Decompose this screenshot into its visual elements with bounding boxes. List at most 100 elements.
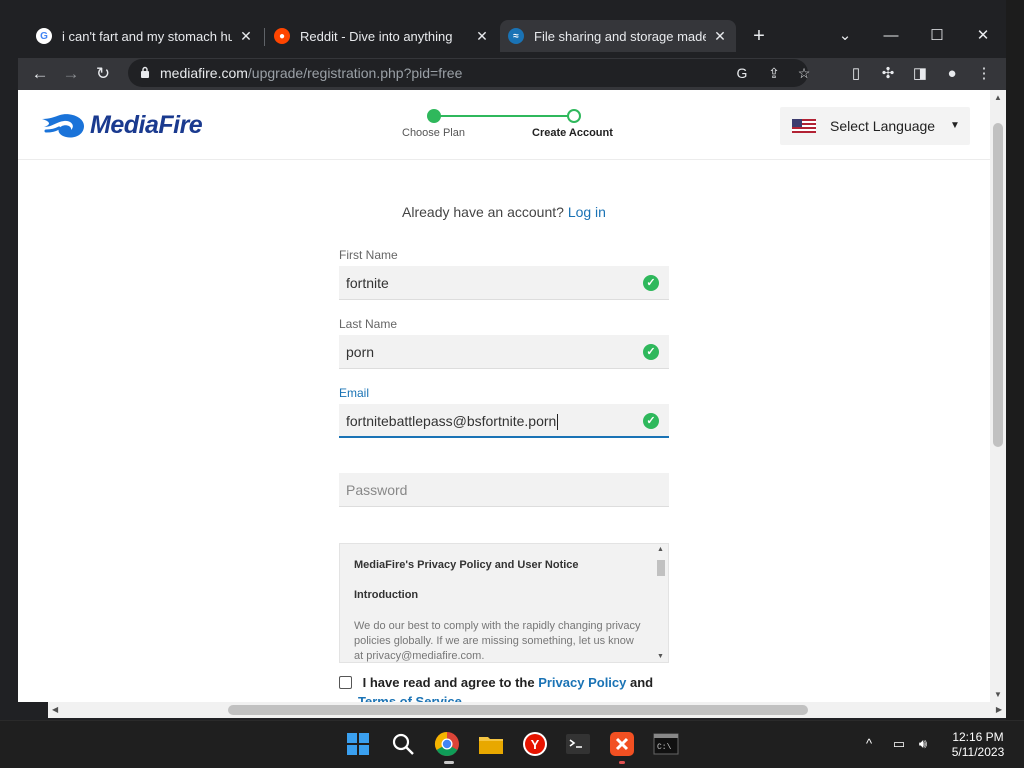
scroll-down-icon[interactable]: ▼ xyxy=(994,690,1002,699)
desktop-left-edge xyxy=(0,0,18,720)
step-choose-plan[interactable]: Choose Plan xyxy=(402,127,465,139)
login-prompt-text: Already have an account? xyxy=(402,204,564,220)
page-hscroll-thumb[interactable] xyxy=(228,705,808,715)
scroll-left-icon[interactable]: ◀ xyxy=(52,705,58,714)
command-prompt-icon[interactable]: C:\ xyxy=(653,731,679,757)
svg-text:Y: Y xyxy=(531,737,540,752)
first-name-label: First Name xyxy=(339,248,398,262)
tab-title: Reddit - Dive into anything xyxy=(300,28,453,44)
tab-search-chevron-icon[interactable]: ⌄ xyxy=(835,26,855,46)
new-tab-button[interactable]: + xyxy=(749,26,769,46)
browser-window: G i can't fart and my stomach hurts ✕ ● … xyxy=(18,0,1006,720)
valid-check-icon: ✓ xyxy=(643,413,659,429)
side-panel-icon[interactable]: ◨ xyxy=(908,62,932,86)
agree-text: I have read and agree to the xyxy=(362,675,535,690)
policy-title: MediaFire's Privacy Policy and User Noti… xyxy=(354,559,579,571)
policy-section-heading: Introduction xyxy=(354,589,419,601)
email-label: Email xyxy=(339,386,370,400)
page-scroll-thumb[interactable] xyxy=(993,123,1003,447)
show-hidden-icons-chevron-icon[interactable]: ^ xyxy=(860,735,878,753)
forward-arrow-icon[interactable]: → xyxy=(59,62,83,86)
reddit-icon: ● xyxy=(274,28,290,44)
login-link[interactable]: Log in xyxy=(568,204,606,220)
policy-body-text: We do our best to comply with the rapidl… xyxy=(354,620,641,662)
close-tab-icon[interactable]: ✕ xyxy=(712,28,728,45)
mediafire-logo[interactable]: MediaFire xyxy=(40,111,203,140)
login-prompt: Already have an account? Log in xyxy=(18,204,990,220)
email-field[interactable]: fortnitebattlepass@bsfortnite.porn ✓ xyxy=(339,404,669,438)
terminal-icon[interactable] xyxy=(565,731,591,757)
scroll-up-icon[interactable]: ▲ xyxy=(994,93,1002,102)
puzzle-extensions-icon[interactable]: ✣ xyxy=(876,62,900,86)
google-icon: G xyxy=(36,28,52,44)
search-icon[interactable] xyxy=(390,731,416,757)
privacy-policy-link[interactable]: Privacy Policy xyxy=(538,675,626,690)
language-selector[interactable]: Select Language ▼ xyxy=(780,107,970,145)
tab-title: i can't fart and my stomach hurts xyxy=(62,28,232,44)
tab-reddit[interactable]: ● Reddit - Dive into anything ✕ xyxy=(266,20,498,52)
language-label: Select Language xyxy=(830,118,936,134)
google-lens-icon[interactable]: G xyxy=(732,63,752,83)
password-field[interactable]: Password xyxy=(339,473,669,507)
first-name-field[interactable]: fortnite ✓ xyxy=(339,266,669,300)
scroll-up-icon[interactable]: ▲ xyxy=(657,546,664,553)
svg-text:C:\: C:\ xyxy=(657,743,672,752)
bookmark-star-icon[interactable]: ☆ xyxy=(794,63,814,83)
email-value: fortnitebattlepass@bsfortnite.porn xyxy=(346,413,559,431)
back-arrow-icon[interactable]: ← xyxy=(28,62,52,86)
tab-title: File sharing and storage made simple xyxy=(534,28,706,44)
close-tab-icon[interactable]: ✕ xyxy=(474,28,490,45)
file-explorer-icon[interactable] xyxy=(478,731,504,757)
us-flag-icon xyxy=(792,119,816,133)
site-header: MediaFire Choose Plan Create Account Sel… xyxy=(18,90,990,160)
last-name-label: Last Name xyxy=(339,317,398,331)
profile-icon[interactable]: ● xyxy=(940,62,964,86)
windows-taskbar: Y C:\ ^ ▭ 🔊︎ 12:16 PM 5/11/2023 xyxy=(0,720,1024,768)
windows-start-icon[interactable] xyxy=(345,731,371,757)
agree-checkbox[interactable] xyxy=(339,676,352,689)
tab-google-search[interactable]: G i can't fart and my stomach hurts ✕ xyxy=(28,20,262,52)
scroll-down-icon[interactable]: ▼ xyxy=(657,653,664,660)
volume-icon[interactable]: 🔊︎ xyxy=(914,735,932,753)
last-name-field[interactable]: porn ✓ xyxy=(339,335,669,369)
minimize-icon[interactable]: — xyxy=(881,26,901,46)
caret-down-icon: ▼ xyxy=(950,120,960,131)
close-window-icon[interactable]: ✕ xyxy=(973,26,993,46)
terms-of-service-link[interactable]: Terms of Service xyxy=(358,694,462,702)
lock-icon xyxy=(141,66,149,78)
step-create-account: Create Account xyxy=(532,127,613,139)
step-connector xyxy=(434,115,574,117)
first-name-value: fortnite xyxy=(346,275,389,291)
menu-kebab-icon[interactable]: ⋮ xyxy=(972,62,996,86)
yandex-browser-icon[interactable]: Y xyxy=(522,731,548,757)
tab-strip: G i can't fart and my stomach hurts ✕ ● … xyxy=(18,14,1006,58)
clock-date: 5/11/2023 xyxy=(951,745,1005,759)
page-horizontal-scrollbar[interactable]: ◀ ▶ xyxy=(48,702,1006,718)
share-icon[interactable]: ⇪ xyxy=(764,63,784,83)
scroll-right-icon[interactable]: ▶ xyxy=(996,705,1002,714)
address-bar[interactable]: mediafire.com/upgrade/registration.php?p… xyxy=(128,59,810,87)
clock-time: 12:16 PM xyxy=(952,730,1004,744)
mediafire-flame-icon xyxy=(42,113,84,138)
signup-progress-steps: Choose Plan Create Account xyxy=(388,106,628,146)
tab-mediafire[interactable]: ≈ File sharing and storage made simple ✕ xyxy=(500,20,736,52)
extension-icon[interactable]: ▯ xyxy=(844,62,868,86)
reload-icon[interactable]: ↻ xyxy=(91,62,115,86)
close-tab-icon[interactable]: ✕ xyxy=(238,28,254,45)
system-clock[interactable]: 12:16 PM 5/11/2023 xyxy=(942,730,1014,760)
valid-check-icon: ✓ xyxy=(643,344,659,360)
chrome-icon[interactable] xyxy=(434,731,460,757)
logo-text: MediaFire xyxy=(90,111,203,139)
maximize-icon[interactable]: ☐ xyxy=(927,26,947,46)
active-app-indicator xyxy=(444,761,454,764)
policy-scrollbar[interactable]: ▲ ▼ xyxy=(656,546,666,660)
privacy-policy-box[interactable]: MediaFire's Privacy Policy and User Noti… xyxy=(339,543,669,663)
xampp-icon[interactable] xyxy=(609,731,635,757)
policy-scroll-thumb[interactable] xyxy=(657,560,665,576)
network-icon[interactable]: ▭ xyxy=(890,735,908,753)
agree-row: I have read and agree to the Privacy Pol… xyxy=(339,675,653,690)
page-viewport: MediaFire Choose Plan Create Account Sel… xyxy=(18,90,990,702)
step-current-dot xyxy=(567,109,581,123)
password-placeholder: Password xyxy=(346,482,408,498)
page-vertical-scrollbar[interactable]: ▲ ▼ xyxy=(990,90,1006,702)
